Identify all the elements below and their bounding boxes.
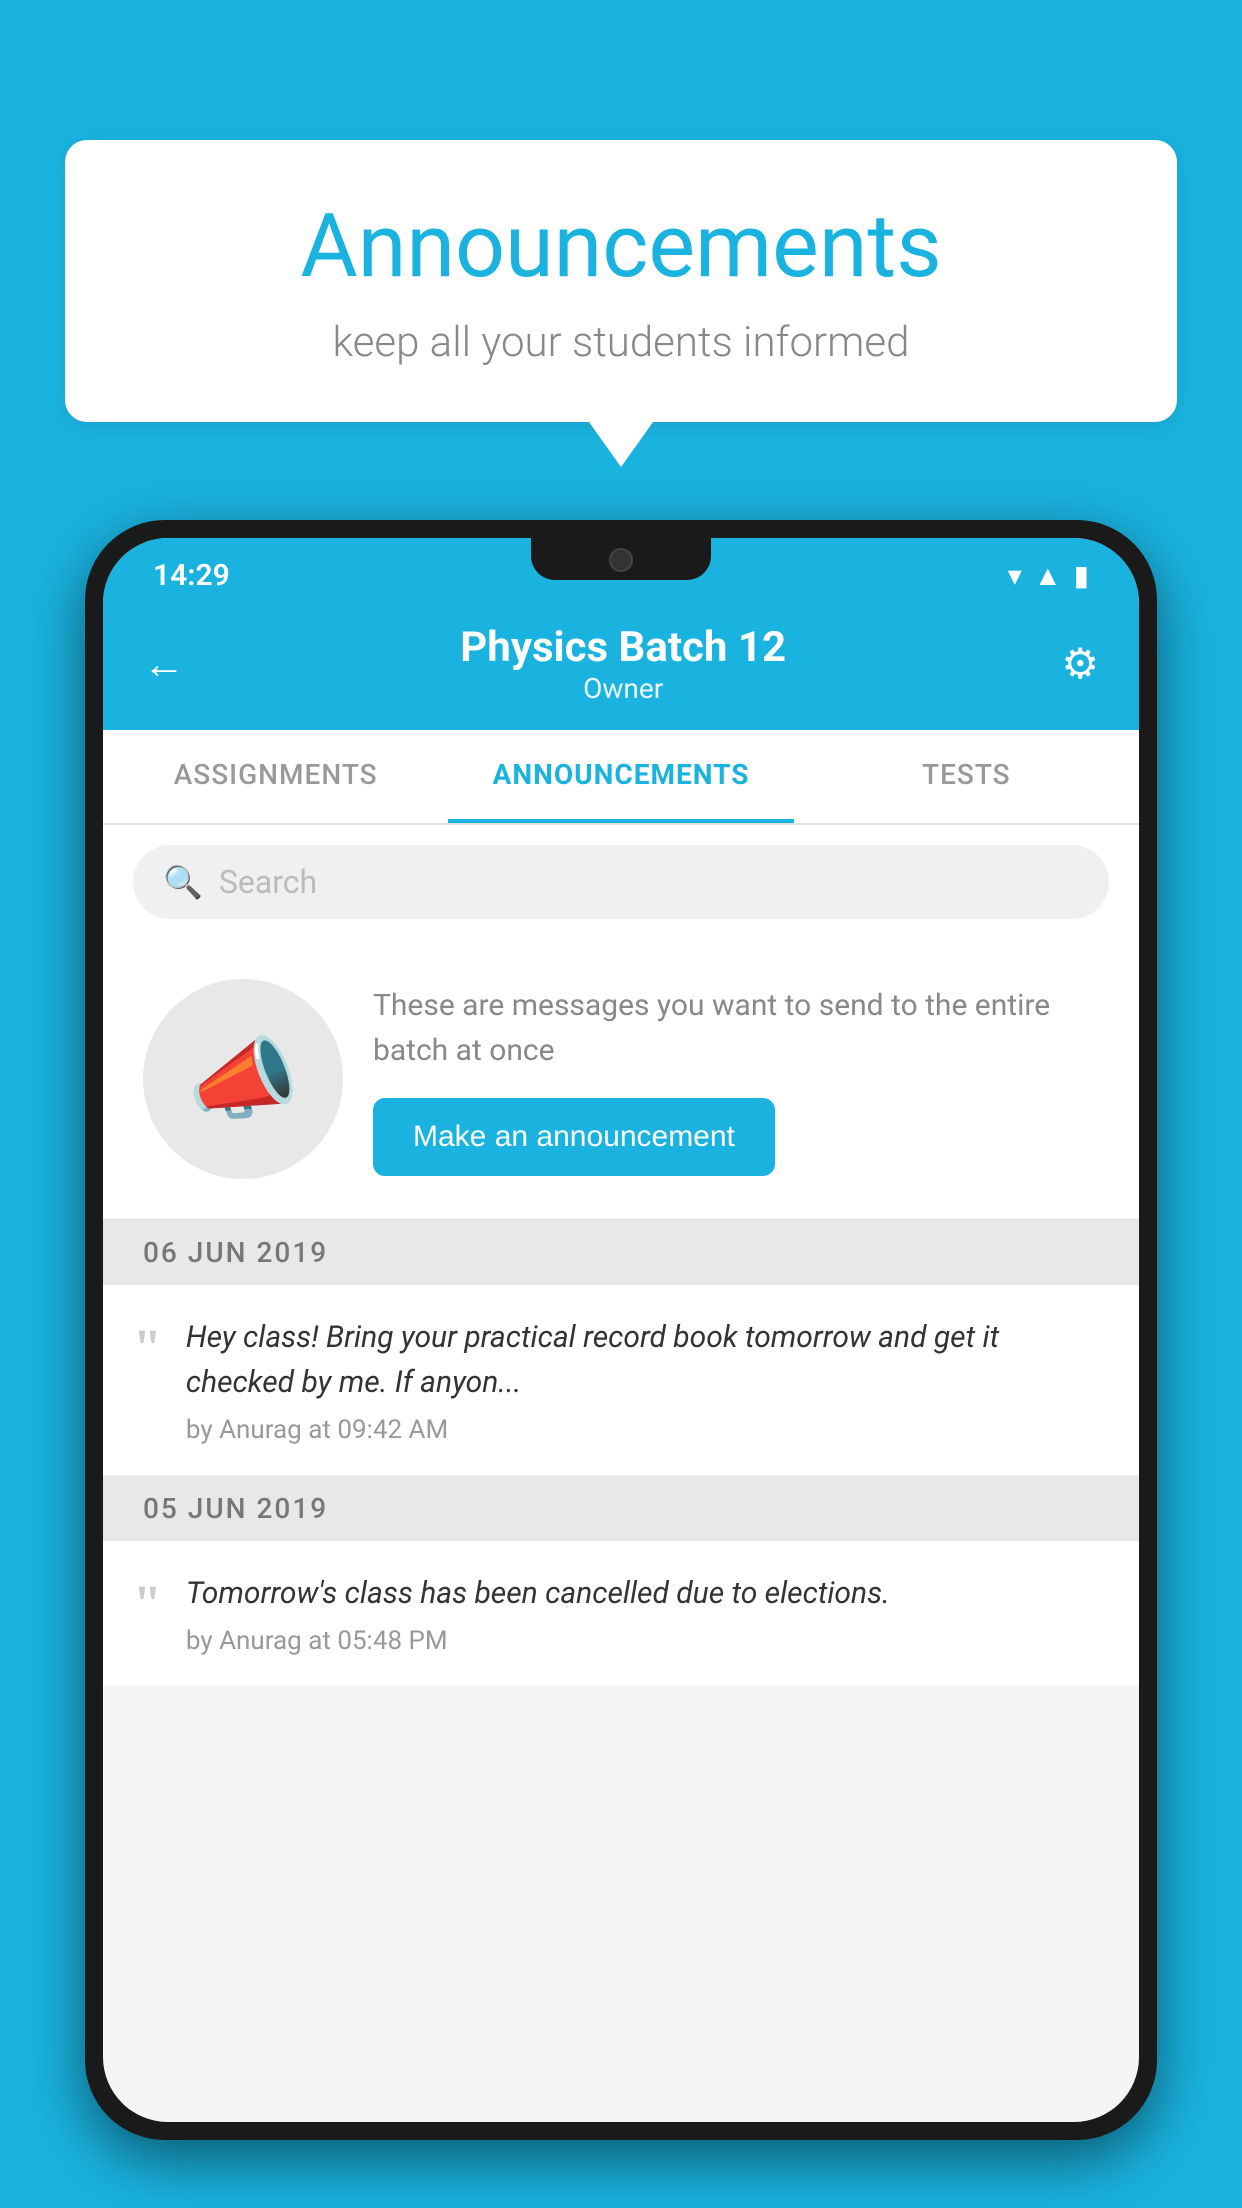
phone-wrapper: 14:29 ▾ ▲ ▮ ← Physics Batch 12 Owner ⚙ A… [85,520,1157,2208]
speech-bubble: Announcements keep all your students inf… [65,140,1177,422]
battery-icon: ▮ [1074,559,1089,592]
quote-icon-2: " [133,1579,162,1631]
announcement-item-2[interactable]: " Tomorrow's class has been cancelled du… [103,1541,1139,1687]
settings-button[interactable]: ⚙ [1061,639,1099,689]
back-button[interactable]: ← [143,640,185,689]
signal-icon: ▲ [1034,559,1062,592]
date-separator-2: 05 JUN 2019 [103,1476,1139,1541]
phone-camera [609,548,633,572]
app-header: ← Physics Batch 12 Owner ⚙ [103,603,1139,730]
header-center: Physics Batch 12 Owner [185,623,1061,705]
header-title: Physics Batch 12 [185,623,1061,672]
make-announcement-button[interactable]: Make an announcement [373,1098,775,1176]
announcement-meta-1: by Anurag at 09:42 AM [186,1415,1109,1445]
promo-section: 📣 These are messages you want to send to… [103,939,1139,1220]
status-icons: ▾ ▲ ▮ [1008,559,1089,592]
announcement-content-2: Tomorrow's class has been cancelled due … [186,1571,1109,1656]
wifi-icon: ▾ [1008,559,1022,592]
search-icon: 🔍 [163,863,203,901]
promo-icon-circle: 📣 [143,979,343,1179]
announcement-text-2: Tomorrow's class has been cancelled due … [186,1571,1109,1616]
date-label-2: 05 JUN 2019 [143,1492,1099,1525]
speech-bubble-section: Announcements keep all your students inf… [65,140,1177,467]
search-container: 🔍 Search [103,825,1139,939]
phone-device: 14:29 ▾ ▲ ▮ ← Physics Batch 12 Owner ⚙ A… [85,520,1157,2140]
promo-content: These are messages you want to send to t… [373,983,1099,1176]
announcement-meta-2: by Anurag at 05:48 PM [186,1626,1109,1656]
announcement-item-1[interactable]: " Hey class! Bring your practical record… [103,1285,1139,1476]
announcement-content-1: Hey class! Bring your practical record b… [186,1315,1109,1445]
search-input[interactable]: Search [219,863,317,901]
status-time: 14:29 [153,558,230,593]
promo-description: These are messages you want to send to t… [373,983,1099,1073]
tab-announcements[interactable]: ANNOUNCEMENTS [448,730,793,823]
date-label-1: 06 JUN 2019 [143,1236,1099,1269]
tabs-bar: ASSIGNMENTS ANNOUNCEMENTS TESTS [103,730,1139,825]
phone-notch [531,538,711,580]
tab-assignments[interactable]: ASSIGNMENTS [103,730,448,823]
megaphone-icon: 📣 [187,1027,299,1132]
bubble-title: Announcements [125,195,1117,298]
phone-screen: 14:29 ▾ ▲ ▮ ← Physics Batch 12 Owner ⚙ A… [103,538,1139,2122]
announcement-text-1: Hey class! Bring your practical record b… [186,1315,1109,1405]
bubble-subtitle: keep all your students informed [125,318,1117,367]
date-separator-1: 06 JUN 2019 [103,1220,1139,1285]
tab-tests[interactable]: TESTS [794,730,1139,823]
quote-icon-1: " [133,1323,162,1375]
bubble-tail [589,422,653,467]
header-subtitle: Owner [185,672,1061,705]
search-bar[interactable]: 🔍 Search [133,845,1109,919]
